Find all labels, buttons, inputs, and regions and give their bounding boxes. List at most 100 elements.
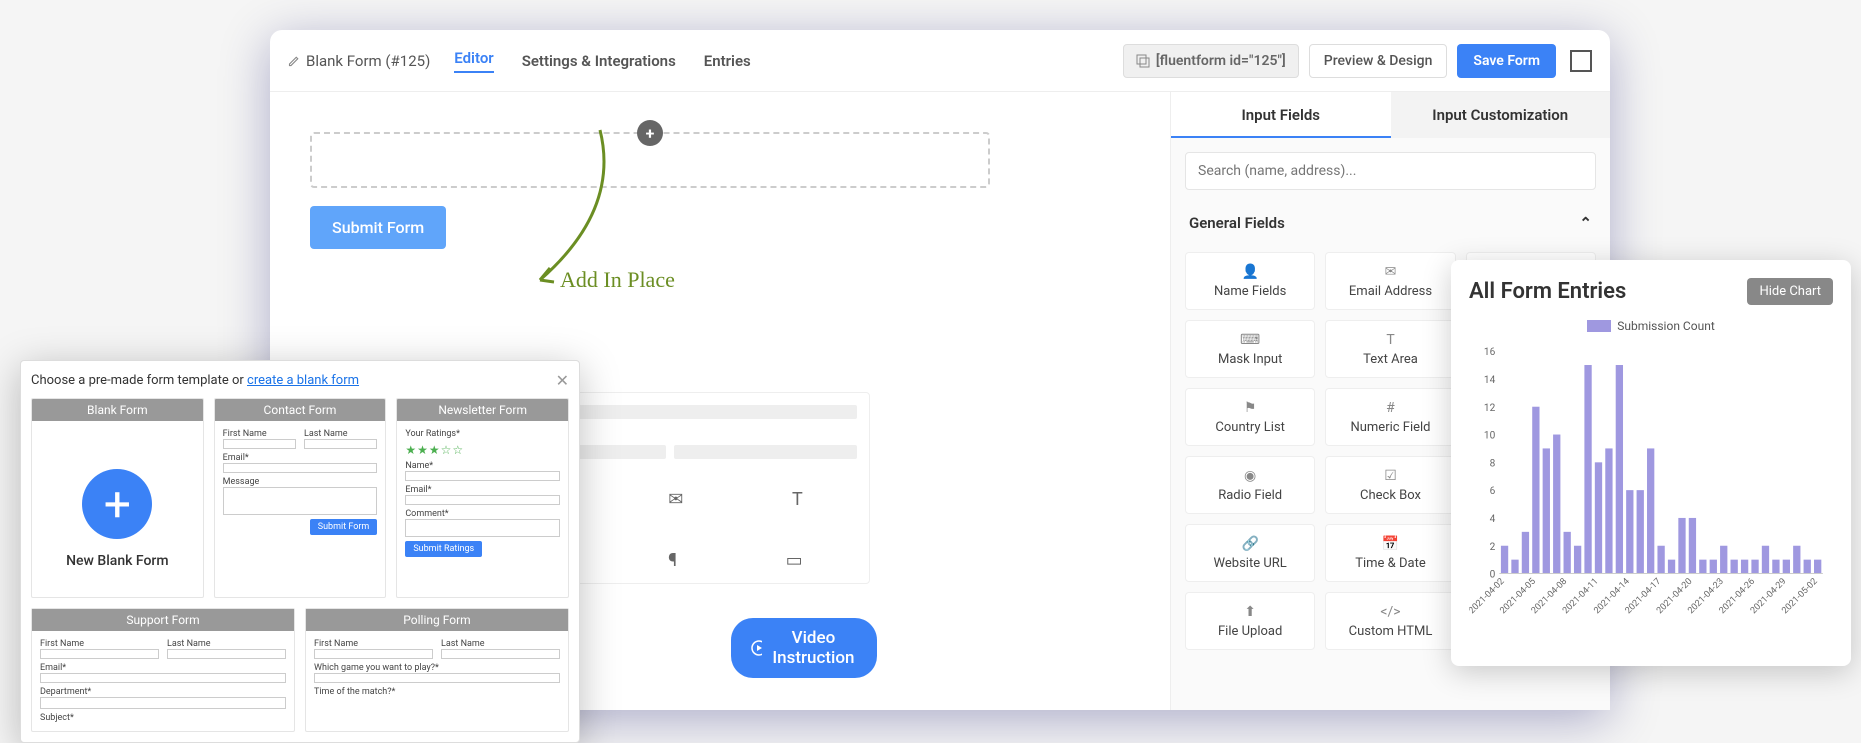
preview-design-button[interactable]: Preview & Design xyxy=(1309,44,1448,78)
template-blank-form[interactable]: Blank Form + New Blank Form xyxy=(31,398,204,598)
field-card-check-box[interactable]: ☑ Check Box xyxy=(1325,456,1455,514)
field-dropzone[interactable]: + xyxy=(310,132,990,188)
create-blank-form-link[interactable]: create a blank form xyxy=(247,373,359,388)
template-support-form[interactable]: Support Form First NameLast Name Email* … xyxy=(31,608,295,732)
field-label: Email Address xyxy=(1349,284,1432,299)
field-label: File Upload xyxy=(1218,624,1282,639)
field-icon: 👤 xyxy=(1241,264,1258,280)
svg-text:10: 10 xyxy=(1484,431,1496,442)
entries-bar-chart: 02468101214162021-04-022021-04-052021-04… xyxy=(1469,341,1833,644)
svg-text:16: 16 xyxy=(1484,347,1496,358)
paragraph-icon: ¶ xyxy=(668,550,677,571)
tab-settings[interactable]: Settings & Integrations xyxy=(522,52,676,70)
svg-text:2: 2 xyxy=(1490,542,1496,553)
field-icon: ⬆ xyxy=(1244,604,1256,620)
legend-swatch xyxy=(1587,320,1611,332)
field-icon: # xyxy=(1386,400,1395,416)
video-btn-label: Video Instruction xyxy=(770,628,857,668)
tab-editor[interactable]: Editor xyxy=(454,49,493,73)
add-in-place-hint: Add In Place xyxy=(560,267,675,293)
field-label: Text Area xyxy=(1363,352,1418,367)
template-title: Contact Form xyxy=(215,399,386,421)
field-label: Custom HTML xyxy=(1349,624,1433,639)
field-icon: ☑ xyxy=(1384,468,1397,484)
field-card-mask-input[interactable]: ⌨ Mask Input xyxy=(1185,320,1315,378)
field-icon: ⌨ xyxy=(1240,332,1260,348)
field-label: Mask Input xyxy=(1218,352,1282,367)
field-card-radio-field[interactable]: ◉ Radio Field xyxy=(1185,456,1315,514)
tab-input-fields[interactable]: Input Fields xyxy=(1171,92,1391,138)
entries-chart-panel: All Form Entries Hide Chart Submission C… xyxy=(1451,260,1851,666)
field-label: Name Fields xyxy=(1214,284,1286,299)
hide-chart-button[interactable]: Hide Chart xyxy=(1747,278,1833,305)
field-label: Time & Date xyxy=(1355,556,1426,571)
field-card-country-list[interactable]: ⚑ Country List xyxy=(1185,388,1315,446)
svg-text:12: 12 xyxy=(1484,403,1496,414)
svg-text:8: 8 xyxy=(1490,458,1496,469)
add-field-button[interactable]: + xyxy=(637,120,663,146)
template-polling-form[interactable]: Polling Form First NameLast Name Which g… xyxy=(305,608,569,732)
card-icon: ▭ xyxy=(786,550,803,571)
form-name[interactable]: Blank Form (#125) xyxy=(288,52,430,70)
tab-input-customization[interactable]: Input Customization xyxy=(1391,92,1611,138)
video-instruction-button[interactable]: Video Instruction xyxy=(731,618,877,678)
template-contact-form[interactable]: Contact Form First NameLast Name Email* … xyxy=(214,398,387,598)
template-newsletter-form[interactable]: Newsletter Form Your Ratings* ★★★☆☆ Name… xyxy=(396,398,569,598)
template-title: Blank Form xyxy=(32,399,203,421)
field-icon: ⚑ xyxy=(1244,400,1257,416)
close-icon[interactable]: ✕ xyxy=(556,371,569,390)
legend-label: Submission Count xyxy=(1617,319,1715,333)
chart-title: All Form Entries xyxy=(1469,279,1626,304)
star-rating-icon: ★★★☆☆ xyxy=(405,443,560,457)
shortcode-text: [fluentform id="125"] xyxy=(1156,53,1286,69)
field-icon: ✉ xyxy=(1385,264,1397,280)
field-card-file-upload[interactable]: ⬆ File Upload xyxy=(1185,592,1315,650)
form-name-text: Blank Form (#125) xyxy=(306,52,430,70)
field-icon: 🔗 xyxy=(1241,536,1258,552)
field-card-text-area[interactable]: T Text Area xyxy=(1325,320,1455,378)
field-search-input[interactable] xyxy=(1185,152,1596,190)
field-card-name-fields[interactable]: 👤 Name Fields xyxy=(1185,252,1315,310)
field-label: Country List xyxy=(1215,420,1285,435)
field-icon: 📅 xyxy=(1382,536,1399,552)
field-card-email-address[interactable]: ✉ Email Address xyxy=(1325,252,1455,310)
chevron-up-icon: ⌃ xyxy=(1579,214,1592,232)
submit-form-button[interactable]: Submit Form xyxy=(310,206,446,249)
general-fields-header[interactable]: General Fields ⌃ xyxy=(1171,204,1610,242)
fullscreen-icon[interactable] xyxy=(1570,50,1592,72)
template-title: Newsletter Form xyxy=(397,399,568,421)
template-title: Support Form xyxy=(32,609,294,631)
field-icon: T xyxy=(1386,332,1394,348)
template-picker-header: Choose a pre-made form template or creat… xyxy=(31,371,569,390)
field-icon: ◉ xyxy=(1244,468,1256,484)
save-form-button[interactable]: Save Form xyxy=(1457,44,1556,78)
panel-tabs: Input Fields Input Customization xyxy=(1171,92,1610,138)
field-card-custom-html[interactable]: </> Custom HTML xyxy=(1325,592,1455,650)
field-card-website-url[interactable]: 🔗 Website URL xyxy=(1185,524,1315,582)
envelope-icon: ✉ xyxy=(668,489,683,510)
field-card-time-date[interactable]: 📅 Time & Date xyxy=(1325,524,1455,582)
blank-label: New Blank Form xyxy=(66,553,168,569)
template-title: Polling Form xyxy=(306,609,568,631)
template-submit-btn: Submit Ratings xyxy=(405,541,482,557)
text-icon: T xyxy=(792,489,803,510)
field-label: Website URL xyxy=(1214,556,1287,571)
chart-legend: Submission Count xyxy=(1469,319,1833,333)
svg-text:6: 6 xyxy=(1490,486,1496,497)
template-prompt-text: Choose a pre-made form template or xyxy=(31,373,247,388)
svg-text:14: 14 xyxy=(1484,375,1496,386)
tab-entries[interactable]: Entries xyxy=(704,52,751,70)
template-submit-btn: Submit Form xyxy=(310,519,378,535)
field-label: Check Box xyxy=(1360,488,1421,503)
plus-circle-icon: + xyxy=(82,469,152,539)
copy-icon xyxy=(1136,54,1150,68)
field-icon: </> xyxy=(1380,604,1400,620)
svg-text:4: 4 xyxy=(1490,514,1496,525)
shortcode-display[interactable]: [fluentform id="125"] xyxy=(1123,44,1299,78)
template-picker-modal: Choose a pre-made form template or creat… xyxy=(20,360,580,743)
section-title: General Fields xyxy=(1189,214,1285,232)
svg-text:0: 0 xyxy=(1490,570,1496,581)
field-label: Radio Field xyxy=(1218,488,1282,503)
editor-header: Blank Form (#125) Editor Settings & Inte… xyxy=(270,30,1610,92)
field-card-numeric-field[interactable]: #Numeric Field xyxy=(1325,388,1455,446)
